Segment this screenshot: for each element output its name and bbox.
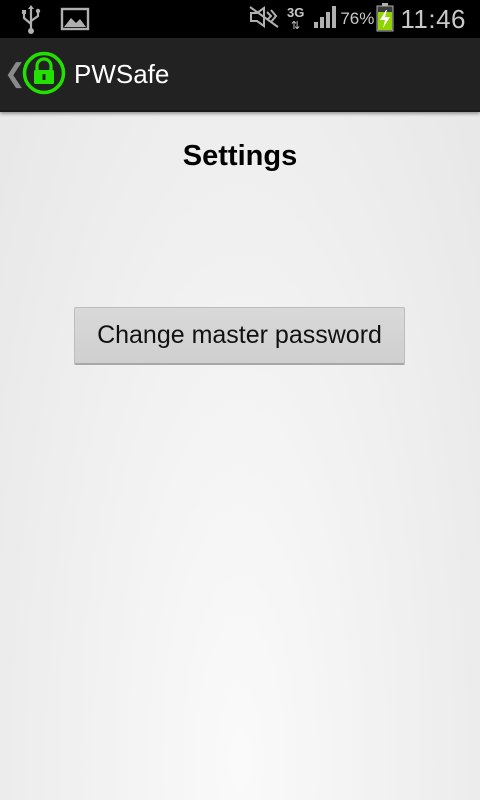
app-title: PWSafe xyxy=(74,59,170,89)
signal-icon xyxy=(312,4,340,35)
status-bar: 3G ⇅ 76% 11:46 xyxy=(0,0,480,38)
data-arrows-icon: ⇅ xyxy=(291,19,301,32)
change-master-password-button[interactable]: Change master password xyxy=(74,307,405,365)
mute-icon xyxy=(247,5,281,34)
battery-charging-icon xyxy=(376,2,394,37)
image-icon xyxy=(60,6,90,37)
network-type: 3G xyxy=(286,4,305,20)
action-bar: ❮ PWSafe xyxy=(0,38,480,112)
page-title: Settings xyxy=(182,140,298,172)
app-screen: 3G ⇅ 76% 11:46 ❮ PWSafe Settings Change … xyxy=(0,0,480,800)
network-indicator: 3G ⇅ xyxy=(286,4,305,32)
system-icons: 3G ⇅ 76% 11:46 xyxy=(247,0,466,38)
battery-percent: 76% xyxy=(340,9,375,28)
usb-icon xyxy=(20,4,42,39)
clock: 11:46 xyxy=(400,3,466,34)
lock-icon[interactable] xyxy=(22,51,66,95)
notification-icons xyxy=(20,4,90,39)
